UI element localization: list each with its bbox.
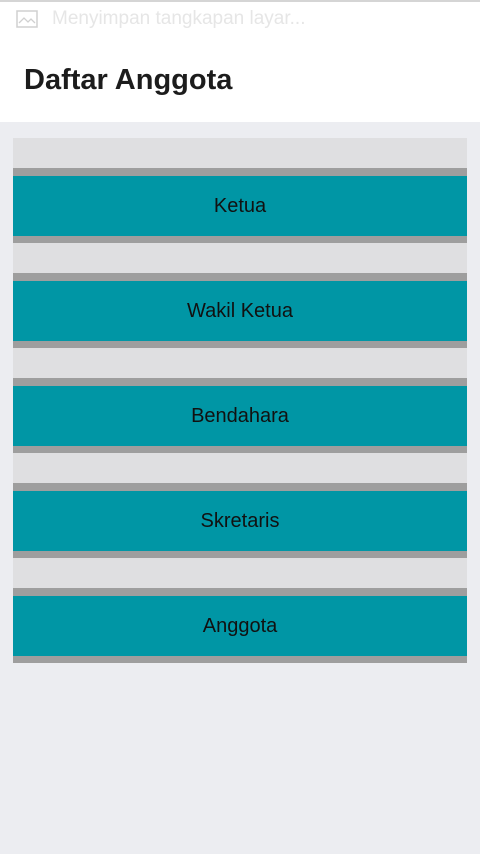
- list-item: Wakil Ketua: [13, 243, 467, 348]
- list-item-spacer: [13, 243, 467, 273]
- button-border-top: [13, 168, 467, 176]
- list-item-spacer: [13, 453, 467, 483]
- button-border-top: [13, 483, 467, 491]
- bendahara-button[interactable]: Bendahara: [13, 386, 467, 446]
- list-item-spacer: [13, 348, 467, 378]
- button-border-bottom: [13, 551, 467, 558]
- list-item: Anggota: [13, 558, 467, 663]
- list-item: Skretaris: [13, 453, 467, 558]
- ketua-button[interactable]: Ketua: [13, 176, 467, 236]
- button-border-bottom: [13, 236, 467, 243]
- list-item-spacer: [13, 138, 467, 168]
- action-bar: Daftar Anggota: [0, 38, 480, 122]
- wakil-ketua-button[interactable]: Wakil Ketua: [13, 281, 467, 341]
- screenshot-image-icon: [16, 10, 38, 28]
- list-item-spacer: [13, 558, 467, 588]
- button-border-top: [13, 588, 467, 596]
- skretaris-button[interactable]: Skretaris: [13, 491, 467, 551]
- status-bar-divider: [0, 0, 480, 2]
- button-border-bottom: [13, 656, 467, 663]
- anggota-button[interactable]: Anggota: [13, 596, 467, 656]
- button-border-top: [13, 273, 467, 281]
- notification-text: Menyimpan tangkapan layar...: [52, 8, 306, 29]
- page-title: Daftar Anggota: [24, 64, 233, 96]
- button-border-bottom: [13, 446, 467, 453]
- list-item: Ketua: [13, 138, 467, 243]
- status-bar: Menyimpan tangkapan layar...: [0, 0, 480, 38]
- list-item: Bendahara: [13, 348, 467, 453]
- button-border-bottom: [13, 341, 467, 348]
- member-list: Ketua Wakil Ketua Bendahara Skretaris An…: [13, 138, 467, 663]
- button-border-top: [13, 378, 467, 386]
